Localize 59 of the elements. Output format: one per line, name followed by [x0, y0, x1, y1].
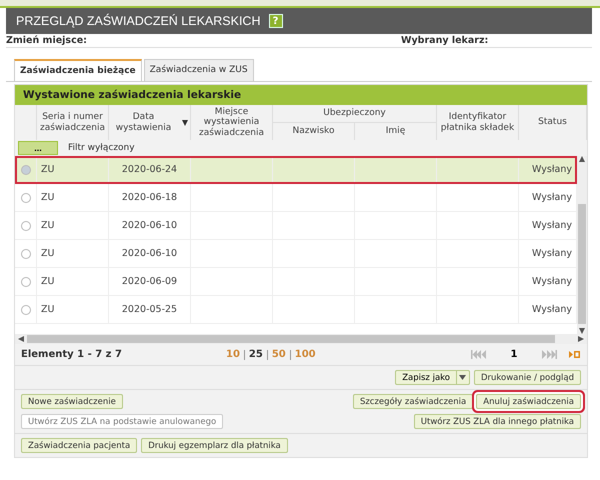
- table-cell: ZU: [41, 304, 54, 316]
- vertical-scrollbar[interactable]: [577, 156, 587, 334]
- table-cell: ZU: [41, 164, 54, 176]
- column-header[interactable]: Seria i numer zaświadczenia: [37, 105, 109, 140]
- radio-button[interactable]: [20, 192, 30, 203]
- page-number: 1: [510, 349, 518, 360]
- action-button[interactable]: Szczegóły zaświadczenia: [352, 394, 474, 410]
- place-label: Zmień miejsce:: [6, 35, 87, 46]
- table-row[interactable]: ZU 2020-06-09 Wysłany: [15, 268, 577, 296]
- radio-button[interactable]: [20, 248, 30, 259]
- table-cell: 2020-06-09: [122, 276, 178, 288]
- tab[interactable]: Zaświadczenia bieżące: [14, 59, 142, 81]
- table-cell: Wysłany: [532, 192, 572, 204]
- item-count: Elementy 1 - 7 z 7: [21, 349, 123, 360]
- radio-button[interactable]: [20, 304, 30, 315]
- radio-button[interactable]: [20, 220, 30, 231]
- table-row[interactable]: ZU 2020-06-24 Wysłany: [15, 156, 577, 184]
- table-cell: Wysłany: [532, 304, 572, 316]
- table-cell: 2020-06-10: [122, 248, 178, 260]
- horizontal-scrollbar[interactable]: [15, 334, 587, 344]
- table-cell: 2020-06-10: [122, 220, 178, 232]
- action-button[interactable]: Drukuj egzemplarz dla płatnika: [141, 438, 288, 454]
- sort-icon: [182, 120, 188, 126]
- table-cell: 2020-06-24: [122, 164, 178, 176]
- table-row[interactable]: ZU 2020-05-25 Wysłany: [15, 296, 577, 324]
- action-button[interactable]: Utwórz ZUS ZLA dla innego płatnika: [414, 414, 581, 430]
- filter-status: Filtr wyłączony: [68, 143, 135, 154]
- action-button[interactable]: Zaświadczenia pacjenta: [21, 438, 138, 454]
- table-cell: ZU: [41, 220, 54, 232]
- table-cell: ZU: [41, 276, 54, 288]
- caret-icon: [459, 375, 466, 380]
- column-header: Ubezpieczony: [273, 105, 437, 124]
- save-as-button[interactable]: Zapisz jako: [396, 371, 456, 384]
- table-row[interactable]: ZU 2020-06-18 Wysłany: [15, 184, 577, 212]
- page-title: PRZEGLĄD ZAŚWIADCZEŃ LEKARSKICH: [16, 14, 260, 28]
- table-cell: Wysłany: [532, 276, 572, 288]
- radio-button[interactable]: [20, 276, 30, 287]
- table-row[interactable]: ZU 2020-06-10 Wysłany: [15, 240, 577, 268]
- table-row[interactable]: ZU 2020-06-10 Wysłany: [15, 212, 577, 240]
- table-cell: ZU: [41, 248, 54, 260]
- export-icon[interactable]: [569, 350, 581, 360]
- radio-button[interactable]: [20, 164, 30, 175]
- table-cell: 2020-05-25: [122, 304, 178, 316]
- column-title: Data wystawienia: [114, 112, 172, 133]
- dropdown-button[interactable]: [456, 371, 469, 384]
- table-cell: Wysłany: [532, 164, 572, 176]
- table-cell: 2020-06-18: [122, 192, 178, 204]
- doctor-label: Wybrany lekarz:: [401, 35, 488, 46]
- section-title: Wystawione zaświadczenia lekarskie: [15, 85, 587, 105]
- table-cell: Wysłany: [532, 220, 572, 232]
- action-button[interactable]: Nowe zaświadczenie: [21, 394, 123, 410]
- tab[interactable]: Zaświadczenia w ZUS: [144, 59, 254, 81]
- table-cell: Wysłany: [532, 248, 572, 260]
- page-size-link[interactable]: 25: [248, 349, 263, 360]
- scroll-arrow-icon[interactable]: [579, 156, 585, 162]
- print-preview-button[interactable]: Drukowanie / podgląd: [474, 370, 581, 386]
- filter-button[interactable]: ...: [18, 141, 58, 156]
- scroll-arrow-icon[interactable]: [18, 336, 24, 342]
- table-cell: ZU: [41, 192, 54, 204]
